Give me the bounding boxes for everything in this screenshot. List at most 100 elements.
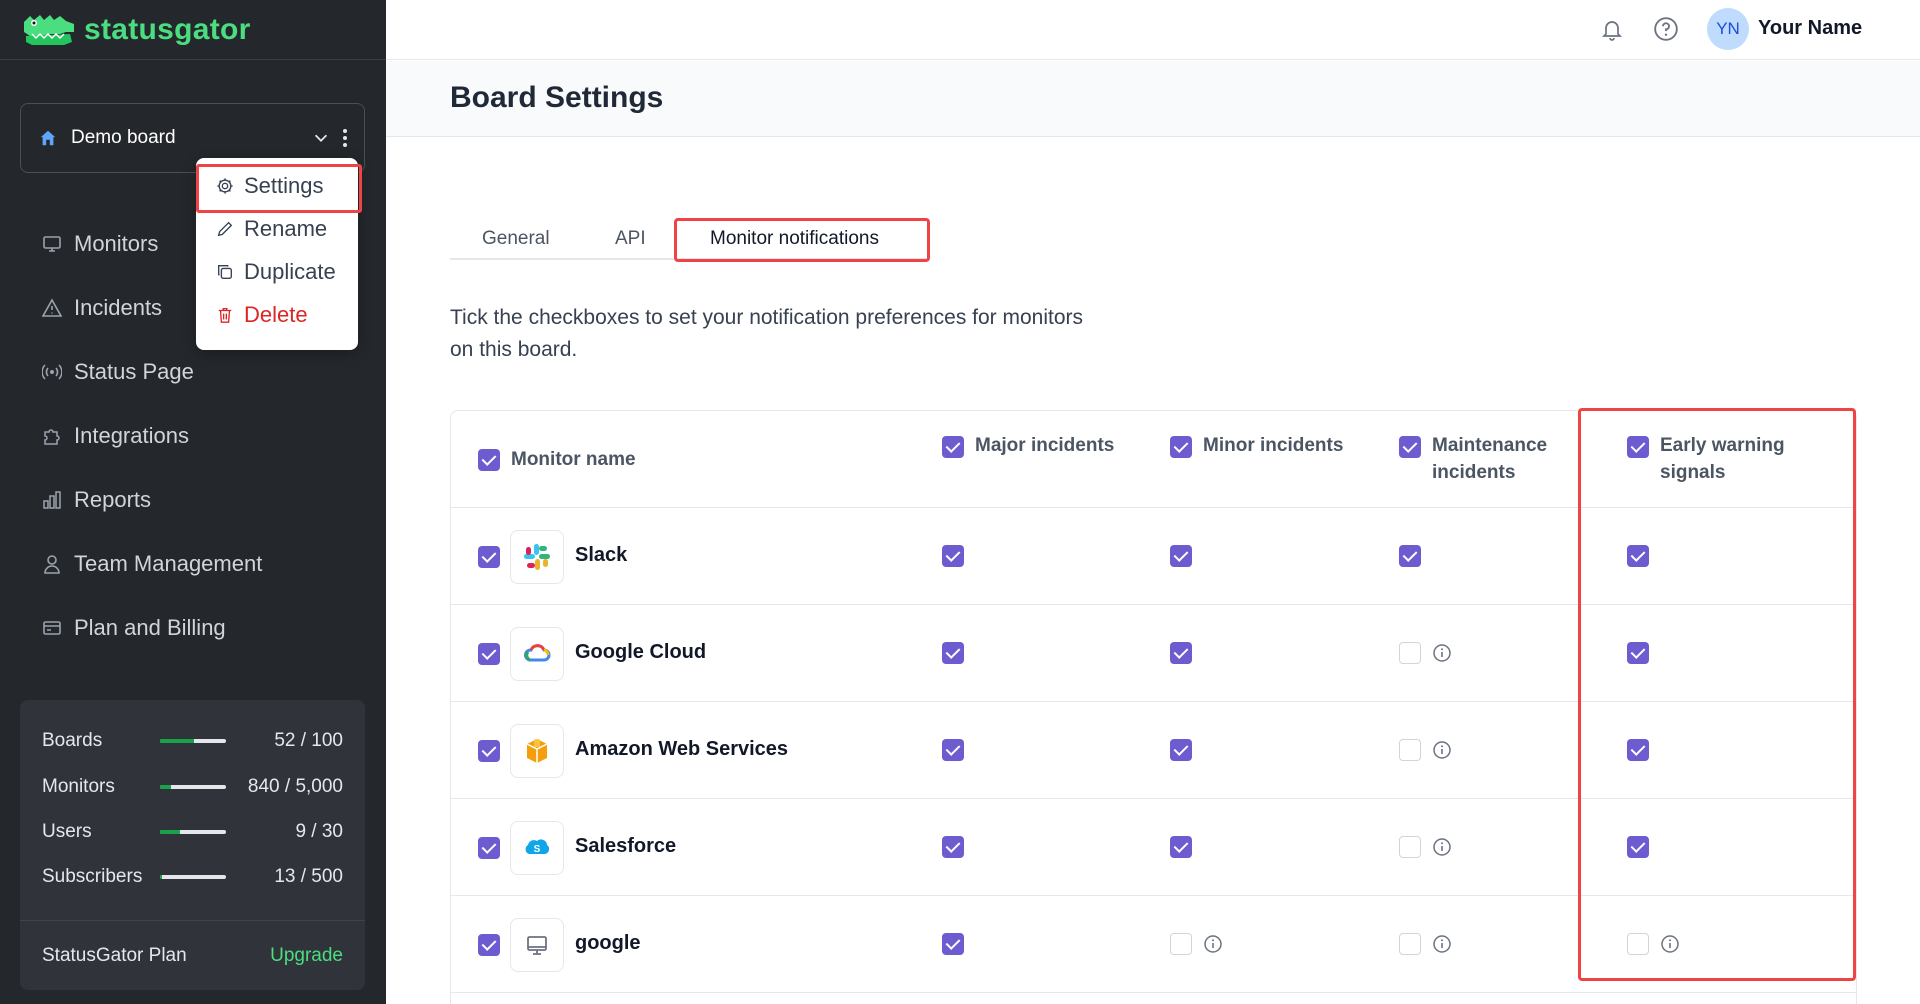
monitor-icon: [43, 236, 61, 252]
column-header-maintenance: Maintenance incidents: [1432, 435, 1548, 483]
usage-bar-fill: [160, 830, 180, 834]
user-name[interactable]: Your Name: [1758, 17, 1862, 40]
intro-text: Tick the checkboxes to set your notifica…: [450, 306, 1084, 361]
sidebar-item-reports[interactable]: Reports: [0, 468, 386, 532]
usage-bar-fill: [160, 785, 172, 789]
tab-api[interactable]: API: [615, 228, 646, 250]
major-checkbox[interactable]: [942, 836, 964, 858]
menu-item-label: Duplicate: [244, 258, 336, 284]
info-icon[interactable]: [1203, 934, 1223, 954]
monitor-name[interactable]: Amazon Web Services: [575, 738, 788, 761]
info-icon[interactable]: [1432, 837, 1452, 857]
major-checkbox[interactable]: [942, 739, 964, 761]
plan-name: StatusGator Plan: [42, 944, 187, 966]
top-bar: YN Your Name: [386, 0, 1920, 60]
maintenance-header-checkbox[interactable]: [1399, 436, 1421, 458]
row-select-checkbox[interactable]: [478, 837, 500, 859]
usage-value: 13 / 500: [274, 866, 343, 887]
minor-checkbox[interactable]: [1170, 933, 1192, 955]
tab-general[interactable]: General: [482, 228, 550, 250]
usage-row-subscribers: Subscribers 13 / 500: [42, 862, 343, 892]
maintenance-checkbox[interactable]: [1399, 836, 1421, 858]
alligator-logo-icon: [24, 14, 74, 45]
sidebar-item-label: Team Management: [74, 551, 263, 576]
credit-card-icon: [43, 621, 61, 635]
column-header-major: Major incidents: [975, 435, 1115, 456]
aws-logo-icon: [510, 724, 564, 778]
major-checkbox[interactable]: [942, 642, 964, 664]
usage-row-boards: Boards 52 / 100: [42, 726, 343, 756]
usage-bar: [160, 785, 226, 789]
board-name: Demo board: [71, 127, 176, 148]
usage-value: 840 / 5,000: [247, 776, 343, 797]
usage-bar: [160, 830, 226, 834]
menu-item-label: Rename: [244, 215, 328, 241]
bell-icon[interactable]: [1600, 17, 1624, 41]
upgrade-link[interactable]: Upgrade: [270, 945, 343, 967]
monitor-name[interactable]: Salesforce: [575, 835, 676, 858]
menu-item-rename[interactable]: Rename: [196, 207, 358, 250]
sidebar: statusgator Demo board Monitors Incident…: [0, 0, 386, 1004]
usage-row-users: Users 9 / 30: [42, 817, 343, 847]
maintenance-checkbox[interactable]: [1399, 739, 1421, 761]
info-icon[interactable]: [1432, 740, 1452, 760]
row-select-checkbox[interactable]: [478, 546, 500, 568]
row-select-checkbox[interactable]: [478, 740, 500, 762]
sidebar-item-label: Incidents: [74, 295, 163, 320]
minor-incidents-header-checkbox[interactable]: [1170, 436, 1192, 458]
menu-item-label: Delete: [244, 301, 308, 327]
monitor-name[interactable]: google: [575, 932, 641, 955]
puzzle-icon: [44, 429, 60, 445]
sidebar-item-team-management[interactable]: Team Management: [0, 532, 386, 596]
chevron-down-icon[interactable]: [312, 129, 330, 147]
monitor-name[interactable]: Google Cloud: [575, 641, 706, 664]
row-select-checkbox[interactable]: [478, 643, 500, 665]
sidebar-item-integrations[interactable]: Integrations: [0, 404, 386, 468]
info-icon[interactable]: [1432, 643, 1452, 663]
minor-checkbox[interactable]: [1170, 642, 1192, 664]
usage-row-monitors: Monitors 840 / 5,000: [42, 772, 343, 802]
menu-item-duplicate[interactable]: Duplicate: [196, 250, 358, 293]
minor-checkbox[interactable]: [1170, 836, 1192, 858]
help-icon[interactable]: [1653, 16, 1679, 42]
minor-checkbox[interactable]: [1170, 739, 1192, 761]
kebab-menu-icon[interactable]: [342, 128, 348, 148]
warning-icon: [42, 298, 62, 317]
sidebar-item-label: Integrations: [74, 423, 189, 448]
menu-item-settings[interactable]: Settings: [196, 164, 362, 213]
menu-item-label: Settings: [244, 172, 324, 198]
page-title: Board Settings: [450, 81, 664, 114]
major-incidents-header-checkbox[interactable]: [942, 436, 964, 458]
usage-value: 9 / 30: [295, 821, 343, 842]
slack-logo-icon: [510, 530, 564, 584]
usage-value: 52 / 100: [274, 730, 343, 751]
home-icon: [40, 130, 56, 146]
board-menu: Settings Rename Duplicate Delete: [196, 158, 362, 350]
google-cloud-logo-icon: [510, 627, 564, 681]
usage-bar-fill: [160, 739, 195, 743]
maintenance-checkbox[interactable]: [1399, 933, 1421, 955]
major-checkbox[interactable]: [942, 933, 964, 955]
salesforce-logo-icon: S: [510, 821, 564, 875]
usage-bar: [160, 739, 226, 743]
avatar[interactable]: YN: [1707, 8, 1749, 50]
maintenance-checkbox[interactable]: [1399, 545, 1421, 567]
row-select-checkbox[interactable]: [478, 934, 500, 956]
logo-text: statusgator: [84, 12, 251, 46]
usage-label: Monitors: [42, 776, 115, 797]
minor-checkbox[interactable]: [1170, 545, 1192, 567]
info-icon[interactable]: [1432, 934, 1452, 954]
user-icon: [44, 555, 60, 574]
logo[interactable]: statusgator: [0, 0, 386, 60]
select-all-checkbox[interactable]: [478, 449, 500, 471]
major-checkbox[interactable]: [942, 545, 964, 567]
copy-icon: [218, 264, 232, 279]
usage-panel: Boards 52 / 100 Monitors 840 / 5,000 Use…: [20, 700, 365, 990]
sidebar-item-plan-billing[interactable]: Plan and Billing: [0, 596, 386, 660]
annotation-highlight-early-warning: [1578, 408, 1856, 981]
sidebar-item-label: Status Page: [74, 359, 194, 384]
maintenance-checkbox[interactable]: [1399, 642, 1421, 664]
monitor-name[interactable]: Slack: [575, 544, 627, 567]
menu-item-delete[interactable]: Delete: [196, 293, 358, 336]
pencil-icon: [217, 221, 233, 236]
